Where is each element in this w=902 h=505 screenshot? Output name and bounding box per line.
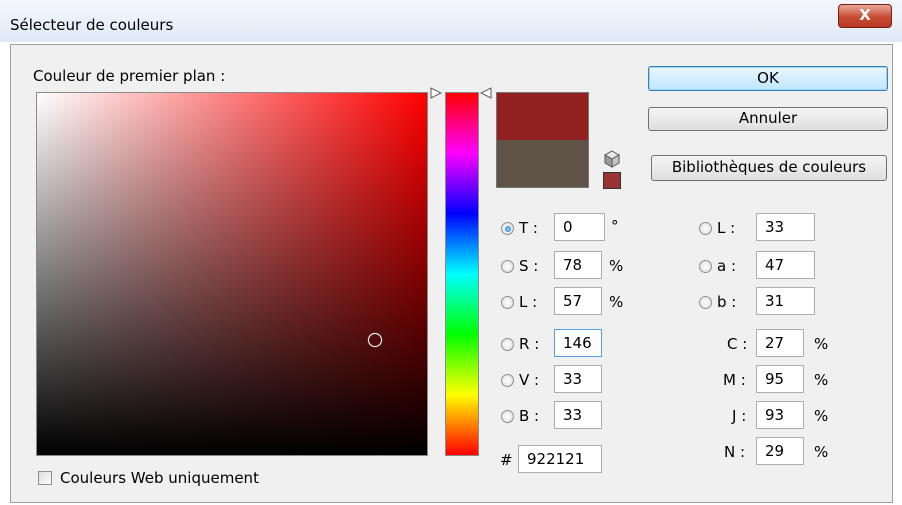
- black-unit: %: [814, 443, 829, 461]
- blue-label: B :: [519, 407, 540, 425]
- magenta-unit: %: [814, 371, 829, 389]
- radio-green[interactable]: [501, 374, 514, 387]
- color-field-marker[interactable]: [368, 333, 382, 347]
- lightness-unit: %: [609, 293, 624, 311]
- lab-l-input[interactable]: 33: [756, 213, 815, 241]
- lab-a-label: a :: [717, 257, 737, 275]
- magenta-label: M :: [723, 371, 746, 389]
- blue-input[interactable]: 33: [554, 401, 602, 429]
- hue-slider[interactable]: [445, 92, 479, 456]
- radio-saturation[interactable]: [501, 260, 514, 273]
- lab-b-label: b :: [717, 293, 737, 311]
- green-input[interactable]: 33: [554, 365, 602, 393]
- cyan-label: C :: [727, 335, 748, 353]
- hue-label: T :: [519, 219, 538, 237]
- ok-button[interactable]: OK: [648, 66, 888, 91]
- lightness-input[interactable]: 57: [554, 287, 602, 315]
- cyan-unit: %: [814, 335, 829, 353]
- close-icon: X: [859, 6, 871, 24]
- new-color-swatch: [497, 93, 588, 140]
- saturation-input[interactable]: 78: [554, 251, 602, 279]
- yellow-label: J :: [732, 407, 747, 425]
- yellow-unit: %: [814, 407, 829, 425]
- current-color-swatch[interactable]: [497, 140, 588, 187]
- radio-lab-b[interactable]: [699, 296, 712, 309]
- radio-blue[interactable]: [501, 410, 514, 423]
- window-title: Sélecteur de couleurs: [10, 16, 174, 34]
- radio-red[interactable]: [501, 338, 514, 351]
- title-bar: Sélecteur de couleurs X: [0, 0, 902, 42]
- saturation-unit: %: [609, 257, 624, 275]
- lab-l-label: L :: [717, 219, 736, 237]
- lightness-label: L :: [519, 293, 538, 311]
- web-colors-label: Couleurs Web uniquement: [60, 469, 259, 487]
- color-preview-swatch: [496, 92, 589, 188]
- close-button[interactable]: X: [838, 4, 892, 28]
- hex-label: #: [500, 451, 513, 469]
- green-label: V :: [519, 371, 540, 389]
- hue-unit: °: [611, 217, 619, 235]
- black-label: N :: [724, 443, 746, 461]
- color-libraries-button[interactable]: Bibliothèques de couleurs: [651, 155, 887, 181]
- lab-b-input[interactable]: 31: [756, 287, 815, 315]
- cube-icon[interactable]: [604, 150, 620, 168]
- hue-slider-right-arrow-icon[interactable]: [480, 87, 492, 99]
- saturation-label: S :: [519, 257, 539, 275]
- foreground-color-label: Couleur de premier plan :: [33, 67, 226, 85]
- hex-input[interactable]: 922121: [518, 445, 602, 473]
- color-field[interactable]: [36, 92, 428, 456]
- radio-lab-l[interactable]: [699, 222, 712, 235]
- hue-slider-left-arrow-icon[interactable]: [430, 87, 442, 99]
- red-input[interactable]: 146: [554, 329, 602, 357]
- websafe-color-swatch[interactable]: [603, 172, 621, 189]
- cyan-input[interactable]: 27: [756, 329, 804, 357]
- radio-hue[interactable]: [501, 222, 514, 235]
- red-label: R :: [519, 335, 540, 353]
- magenta-input[interactable]: 95: [756, 365, 804, 393]
- yellow-input[interactable]: 93: [756, 401, 804, 429]
- cancel-button[interactable]: Annuler: [648, 107, 888, 131]
- radio-lightness[interactable]: [501, 296, 514, 309]
- radio-lab-a[interactable]: [699, 260, 712, 273]
- hue-input[interactable]: 0: [554, 213, 605, 241]
- black-input[interactable]: 29: [756, 437, 804, 465]
- web-colors-checkbox[interactable]: [38, 471, 52, 485]
- lab-a-input[interactable]: 47: [756, 251, 815, 279]
